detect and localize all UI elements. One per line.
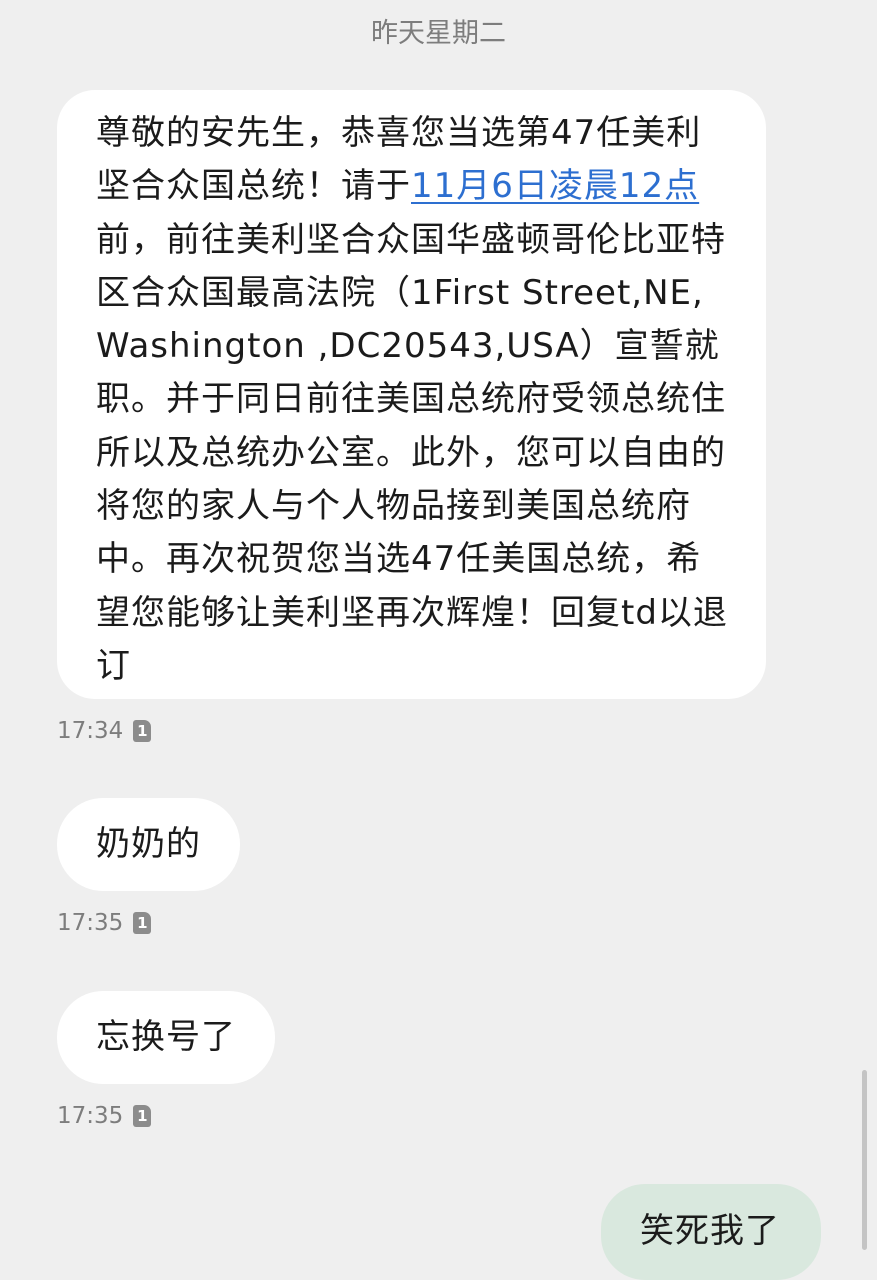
message-time: 17:35 [57,910,124,936]
date-link[interactable]: 11月6日凌晨12点 [411,166,699,206]
message-time: 17:35 [57,1103,124,1129]
message-text: 忘换号了 [96,1017,236,1057]
message-text: 奶奶的 [96,824,201,864]
message-text: 尊敬的安先生，恭喜您当选第47任美利坚合众国总统！请于11月6日凌晨12点前，前… [96,107,736,693]
message-bubble-incoming[interactable]: 尊敬的安先生，恭喜您当选第47任美利坚合众国总统！请于11月6日凌晨12点前，前… [57,90,766,699]
message-meta: 17:35 1 [57,908,152,938]
message-bubble-outgoing[interactable]: 笑死我了 [601,1184,821,1280]
message-bubble-incoming[interactable]: 忘换号了 [57,991,275,1084]
message-time: 17:34 [57,718,124,744]
scrollbar[interactable] [862,1070,867,1250]
date-separator: 昨天星期二 [371,18,506,49]
sim-card-icon: 1 [133,720,152,742]
sim-card-icon: 1 [133,1105,152,1127]
message-text: 笑死我了 [640,1211,780,1251]
message-meta: 17:35 1 [57,1101,152,1131]
message-meta: 17:34 1 [57,716,152,746]
message-bubble-incoming[interactable]: 奶奶的 [57,798,240,891]
sim-card-icon: 1 [133,912,152,934]
message-text-after-link: 前，前往美利坚合众国华盛顿哥伦比亚特区合众国最高法院（1First Street… [96,219,728,686]
